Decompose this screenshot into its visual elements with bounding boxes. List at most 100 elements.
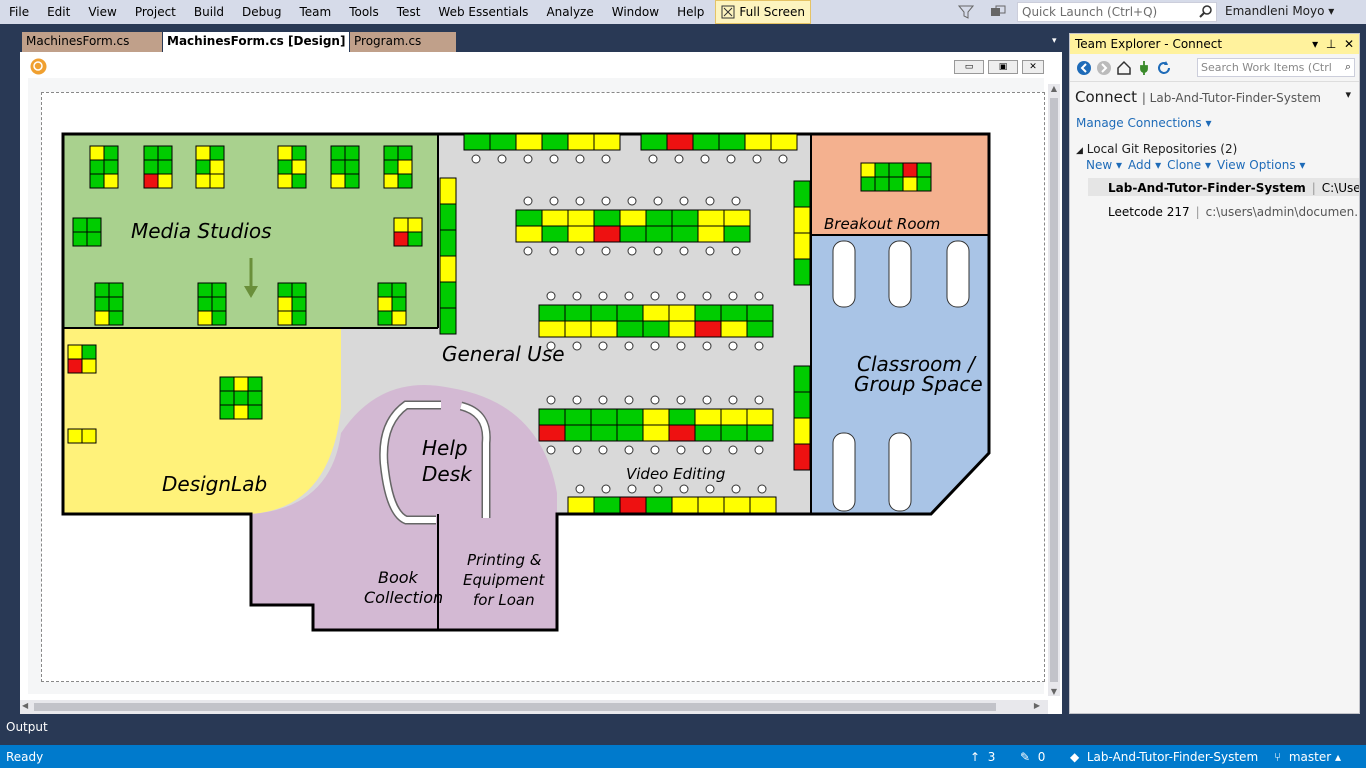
workstation — [247, 404, 263, 420]
chair — [523, 246, 533, 256]
new-repo-link[interactable]: New ▾ — [1086, 158, 1122, 172]
workstation — [397, 145, 413, 161]
tab-program-cs[interactable]: Program.cs — [350, 32, 456, 52]
workstation — [564, 424, 592, 442]
chair — [676, 291, 686, 301]
zoom-icon[interactable] — [30, 58, 47, 75]
chair — [650, 341, 660, 351]
quick-launch-input[interactable]: Quick Launch (Ctrl+Q) — [1017, 2, 1217, 22]
horizontal-scroll-thumb[interactable] — [34, 703, 996, 711]
scroll-right-icon[interactable]: ▶ — [1034, 701, 1040, 710]
pin-icon[interactable]: ⊥ — [1326, 37, 1336, 51]
refresh-icon[interactable] — [1156, 60, 1172, 76]
menu-view[interactable]: View — [79, 1, 125, 23]
chair — [679, 196, 689, 206]
workstation — [723, 209, 751, 227]
local-repos-section[interactable]: ◢ Local Git Repositories (2) — [1070, 130, 1359, 156]
menu-team[interactable]: Team — [290, 1, 340, 23]
form-close-button[interactable]: ✕ — [1022, 60, 1044, 74]
repo-status[interactable]: ◆ Lab-And-Tutor-Finder-System — [1070, 750, 1258, 764]
menu-web-essentials[interactable]: Web Essentials — [429, 1, 537, 23]
workstation — [567, 225, 595, 243]
menu-debug[interactable]: Debug — [233, 1, 290, 23]
horizontal-scrollbar[interactable]: ◀ ▶ — [20, 700, 1048, 714]
menu-window[interactable]: Window — [603, 1, 668, 23]
back-icon[interactable] — [1076, 60, 1092, 76]
workstation — [619, 209, 647, 227]
tab-machinesform-cs[interactable]: MachinesForm.cs — [22, 32, 162, 52]
feedback-icon[interactable] — [990, 5, 1006, 19]
workstation — [697, 496, 725, 514]
workstation — [344, 173, 360, 189]
form-maximize-button[interactable]: ▣ — [988, 60, 1018, 74]
form-minimize-button[interactable]: ▭ — [954, 60, 984, 74]
chair — [653, 196, 663, 206]
chair — [624, 291, 634, 301]
chevron-down-icon[interactable]: ▾ — [1345, 88, 1351, 101]
workstation — [888, 176, 904, 192]
search-icon[interactable] — [1199, 4, 1213, 18]
manage-connections-row: Manage Connections ▾ — [1076, 116, 1212, 130]
menu-build[interactable]: Build — [185, 1, 233, 23]
menu-help[interactable]: Help — [668, 1, 713, 23]
user-name: Emandleni Moyo — [1225, 4, 1325, 18]
menu-project[interactable]: Project — [126, 1, 185, 23]
workstation — [377, 282, 393, 298]
repo-item[interactable]: Leetcode 217 | c:\users\admin\documen... — [1088, 202, 1359, 220]
chair — [757, 484, 767, 494]
clone-repo-link[interactable]: Clone ▾ — [1167, 158, 1211, 172]
menu-file[interactable]: File — [0, 1, 38, 23]
team-explorer-panel: Team Explorer - Connect ▾ ⊥ ✕ Search Wor… — [1069, 33, 1360, 714]
workstation — [407, 217, 423, 233]
menu-edit[interactable]: Edit — [38, 1, 79, 23]
add-repo-link[interactable]: Add ▾ — [1128, 158, 1161, 172]
team-explorer-title-bar: Team Explorer - Connect ▾ ⊥ ✕ — [1070, 34, 1359, 54]
chair — [676, 445, 686, 455]
workstation — [538, 424, 566, 442]
view-options-link[interactable]: View Options ▾ — [1217, 158, 1305, 172]
room-label-book-1: Book — [378, 568, 419, 587]
scroll-left-icon[interactable]: ◀ — [22, 701, 28, 710]
chair — [598, 395, 608, 405]
workstation — [291, 282, 307, 298]
designer-toolbar — [20, 54, 1062, 78]
workstation — [590, 408, 618, 426]
repo-item[interactable]: Lab-And-Tutor-Finder-System | C:\Use... — [1088, 178, 1359, 196]
chair — [653, 246, 663, 256]
search-work-items-input[interactable]: Search Work Items (Ctrl ⌕ — [1197, 58, 1355, 77]
plug-icon[interactable] — [1136, 60, 1152, 76]
manage-connections-link[interactable]: Manage Connections — [1076, 116, 1202, 130]
close-icon[interactable]: ✕ — [1344, 37, 1354, 51]
forward-icon[interactable] — [1096, 60, 1112, 76]
quick-launch-placeholder: Quick Launch (Ctrl+Q) — [1022, 5, 1158, 19]
branch-status[interactable]: ⑂ master ▴ — [1274, 750, 1341, 764]
workstation — [94, 282, 110, 298]
workstation — [72, 231, 88, 247]
menu-analyze[interactable]: Analyze — [537, 1, 602, 23]
user-account[interactable]: Emandleni Moyo ▾ — [1225, 4, 1334, 18]
filter-icon[interactable] — [958, 5, 974, 19]
workstation — [749, 496, 777, 514]
workstation — [344, 145, 360, 161]
tab-overflow-icon[interactable]: ▾ — [1052, 36, 1057, 46]
scroll-up-icon[interactable]: ▲ — [1048, 84, 1060, 93]
tab-machinesform-design[interactable]: MachinesForm.cs [Design] ⊣ ✕ — [163, 32, 382, 52]
team-explorer-title: Team Explorer - Connect — [1075, 37, 1223, 51]
workstation — [209, 173, 225, 189]
menu-tools[interactable]: Tools — [340, 1, 388, 23]
push-count[interactable]: ↑ 3 — [970, 750, 995, 764]
workstation — [793, 258, 811, 286]
menu-test[interactable]: Test — [388, 1, 430, 23]
full-screen-button[interactable]: Full Screen — [715, 0, 812, 24]
output-tab[interactable]: Output — [6, 720, 48, 734]
chair — [624, 445, 634, 455]
search-icon[interactable]: ⌕ — [1345, 60, 1351, 74]
vertical-scrollbar[interactable]: ▲ ▼ — [1048, 84, 1060, 696]
collapse-icon[interactable]: ◢ — [1076, 146, 1083, 156]
scroll-down-icon[interactable]: ▼ — [1048, 687, 1060, 696]
dropdown-icon[interactable]: ▾ — [1312, 37, 1318, 51]
pending-changes[interactable]: ✎ 0 — [1020, 750, 1045, 764]
scroll-thumb[interactable] — [1050, 98, 1058, 682]
chair — [676, 341, 686, 351]
home-icon[interactable] — [1116, 60, 1132, 76]
